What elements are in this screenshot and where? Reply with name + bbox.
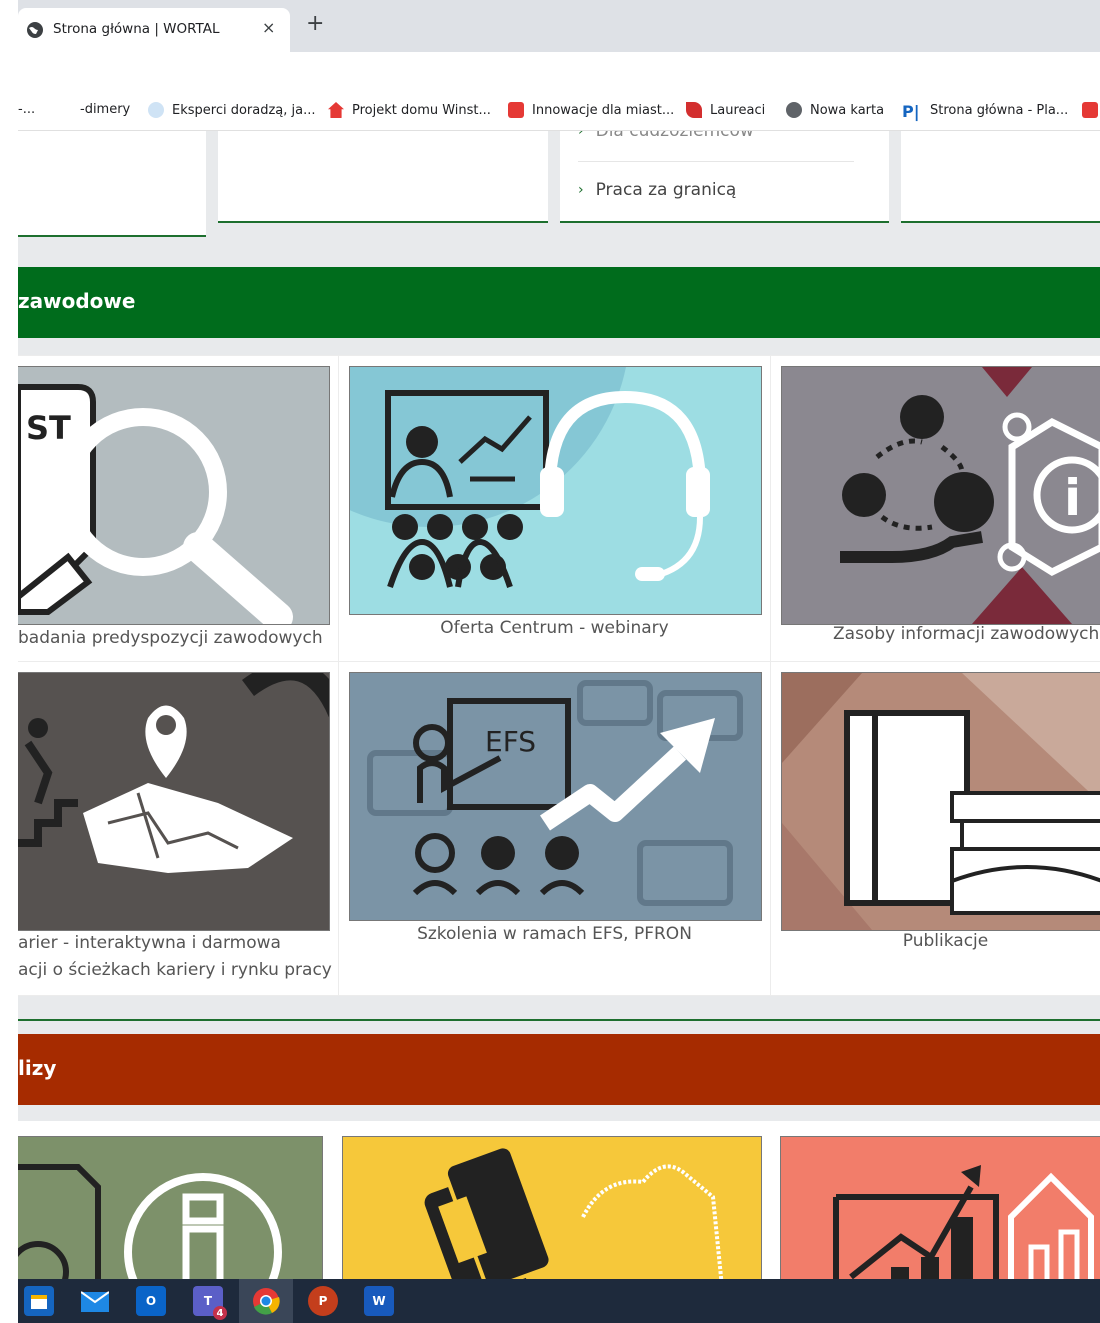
magnifier-test-icon: ST [18, 384, 293, 624]
new-tab-button[interactable]: + [306, 13, 324, 35]
region-map-icon [424, 1144, 724, 1279]
section-header: lizy [18, 1034, 1100, 1105]
list-item[interactable]: › Dla cudzoziemców [578, 131, 754, 141]
tile-image[interactable]: i [781, 366, 1100, 625]
pl-logo-icon: P| [902, 102, 920, 121]
screen-edge [0, 0, 18, 1323]
career-map-icon [18, 673, 329, 873]
browser-tab-bar: Strona główna | WORTAL × + [18, 0, 1100, 52]
section-divider [18, 1019, 1100, 1021]
mail-app-icon[interactable] [80, 1286, 110, 1316]
top-card: › Dla cudzoziemców › Praca za granicą [560, 131, 889, 223]
tile-image[interactable]: ST [18, 366, 330, 625]
tile-caption[interactable]: Publikacje [781, 928, 1100, 955]
top-card [218, 131, 548, 223]
bookmark-item[interactable]: Laureaci [686, 102, 765, 118]
section-header: zawodowe [18, 267, 1100, 338]
bookmark-item[interactable]: P| Strona główna - Pla... [902, 102, 1068, 121]
tile-image[interactable] [18, 1136, 323, 1279]
bookmark-item[interactable]: Nowa karta [786, 102, 884, 118]
bookmark-favicon-icon [508, 102, 524, 118]
tile-image[interactable] [342, 1136, 762, 1279]
globe-icon [27, 22, 43, 38]
house-icon [328, 102, 344, 118]
teams-app-icon[interactable]: T 4 [193, 1286, 227, 1320]
calendar-app-icon[interactable] [24, 1286, 54, 1316]
top-card [901, 131, 1100, 223]
list-item[interactable]: › Praca za granicą [578, 180, 736, 200]
books-icon [782, 673, 1100, 930]
tile-image[interactable] [781, 672, 1100, 931]
efs-label: EFS [485, 725, 536, 758]
bookmark-item[interactable]: -dimery [80, 102, 130, 117]
bookmark-favicon-icon [1082, 102, 1098, 118]
info-network-icon: i [840, 367, 1100, 624]
bookmark-favicon-icon [148, 102, 164, 118]
tile-caption-line[interactable]: arier - interaktywna i darmowa [18, 930, 281, 957]
tile-grid [18, 1121, 1100, 1279]
chrome-icon [253, 1288, 280, 1315]
top-card [18, 131, 206, 237]
bookmarks-bar: -... -dimery Eksperci doradzą, ja... Pro… [18, 90, 1100, 131]
analytics-chart-icon [833, 1165, 1094, 1279]
chrome-app-icon[interactable] [251, 1286, 281, 1316]
tile-grid: ST badania predyspozycji zawodowych Ofer… [18, 355, 1100, 996]
section-title: lizy [18, 1056, 57, 1080]
bookmark-item[interactable]: Eksperci doradzą, ja... [148, 102, 316, 118]
tile-caption[interactable]: Zasoby informacji zawodowych d [781, 621, 1100, 648]
word-app-icon[interactable]: W [364, 1286, 394, 1316]
tile-caption[interactable]: badania predyspozycji zawodowych [18, 625, 323, 652]
tile-image[interactable] [18, 672, 330, 931]
webinar-headset-icon [350, 367, 710, 588]
address-bar-area[interactable] [18, 52, 1100, 90]
calendar-icon [31, 1295, 47, 1309]
chevron-right-icon: › [578, 131, 584, 139]
tab-title: Strona główna | WORTAL [53, 21, 220, 37]
bookmark-item[interactable] [1082, 102, 1100, 118]
powerpoint-app-icon[interactable]: P [308, 1286, 338, 1316]
bookmark-item[interactable]: -... [18, 102, 35, 117]
globe-icon [786, 102, 802, 118]
document-info-icon [18, 1164, 282, 1279]
tile-image[interactable] [780, 1136, 1100, 1279]
training-efs-icon: EFS [367, 680, 743, 906]
close-icon[interactable]: × [262, 18, 275, 37]
notification-badge: 4 [213, 1306, 227, 1320]
browser-tab[interactable]: Strona główna | WORTAL × [18, 8, 290, 52]
section-title: zawodowe [18, 289, 136, 313]
svg-text:ST: ST [26, 409, 71, 447]
chevron-right-icon: › [578, 182, 584, 198]
tile-caption-line[interactable]: acji o ścieżkach kariery i rynku pracy [18, 957, 332, 984]
page-content: › Dla cudzoziemców › Praca za granicą za… [18, 131, 1100, 1279]
bookmark-favicon-icon [686, 102, 702, 118]
outlook-app-icon[interactable]: O [136, 1286, 166, 1316]
tile-caption[interactable]: Szkolenia w ramach EFS, PFRON [349, 921, 760, 948]
svg-text:i: i [1064, 469, 1081, 527]
windows-taskbar: O T 4 P W [18, 1279, 1100, 1323]
bookmark-item[interactable]: Innowacje dla miast... [508, 102, 674, 118]
tile-caption[interactable]: Oferta Centrum - webinary [349, 615, 760, 642]
mail-icon [81, 1291, 109, 1312]
divider [578, 161, 854, 162]
bookmark-item[interactable]: Projekt domu Winst... [328, 102, 491, 118]
tile-image[interactable] [349, 366, 762, 615]
tile-image[interactable]: EFS [349, 672, 762, 921]
